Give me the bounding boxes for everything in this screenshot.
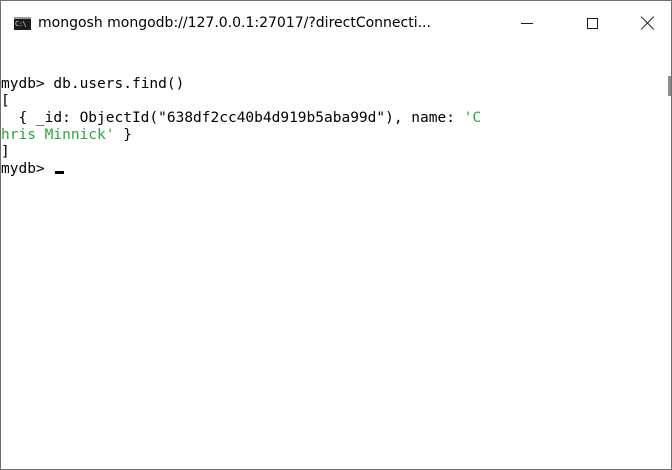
title-bar[interactable]: C:\ mongosh mongodb://127.0.0.1:27017/?d… [1,1,671,45]
vertical-scrollbar[interactable] [656,45,671,469]
scrollbar-thumb[interactable] [668,76,671,96]
terminal-line: hris Minnick' } [1,127,657,144]
console-icon-text: C:\ [15,20,27,28]
shell-prompt: mydb> [1,76,54,92]
command-text: db.users.find() [53,76,185,92]
terminal-line: [ [1,93,657,110]
text-cursor [55,171,65,174]
terminal-line: ] [1,144,657,161]
maximize-icon [586,17,598,29]
terminal-line: { _id: ObjectId("638df2cc40b4d919b5aba99… [1,110,657,127]
output-text: } [114,127,132,143]
close-button[interactable] [625,1,671,45]
output-string: hris Minnick' [1,127,115,143]
minimize-icon [521,22,533,24]
terminal-window: C:\ mongosh mongodb://127.0.0.1:27017/?d… [0,0,672,470]
window-title: mongosh mongodb://127.0.0.1:27017/?direc… [38,15,431,31]
output-text: { _id: ObjectId("638df2cc40b4d919b5aba99… [1,110,464,126]
terminal-line: mydb> db.users.find() [1,76,657,93]
output-text: ] [1,144,10,160]
console-icon[interactable]: C:\ [14,17,31,30]
output-string: 'C [463,110,482,126]
terminal-output[interactable]: mydb> db.users.find() [ { _id: ObjectId(… [1,45,657,469]
close-icon [641,16,655,30]
minimize-button[interactable] [504,1,550,45]
output-text: [ [1,93,10,109]
terminal-line: mydb> [1,161,657,178]
maximize-button[interactable] [569,1,615,45]
shell-prompt: mydb> [1,161,54,177]
